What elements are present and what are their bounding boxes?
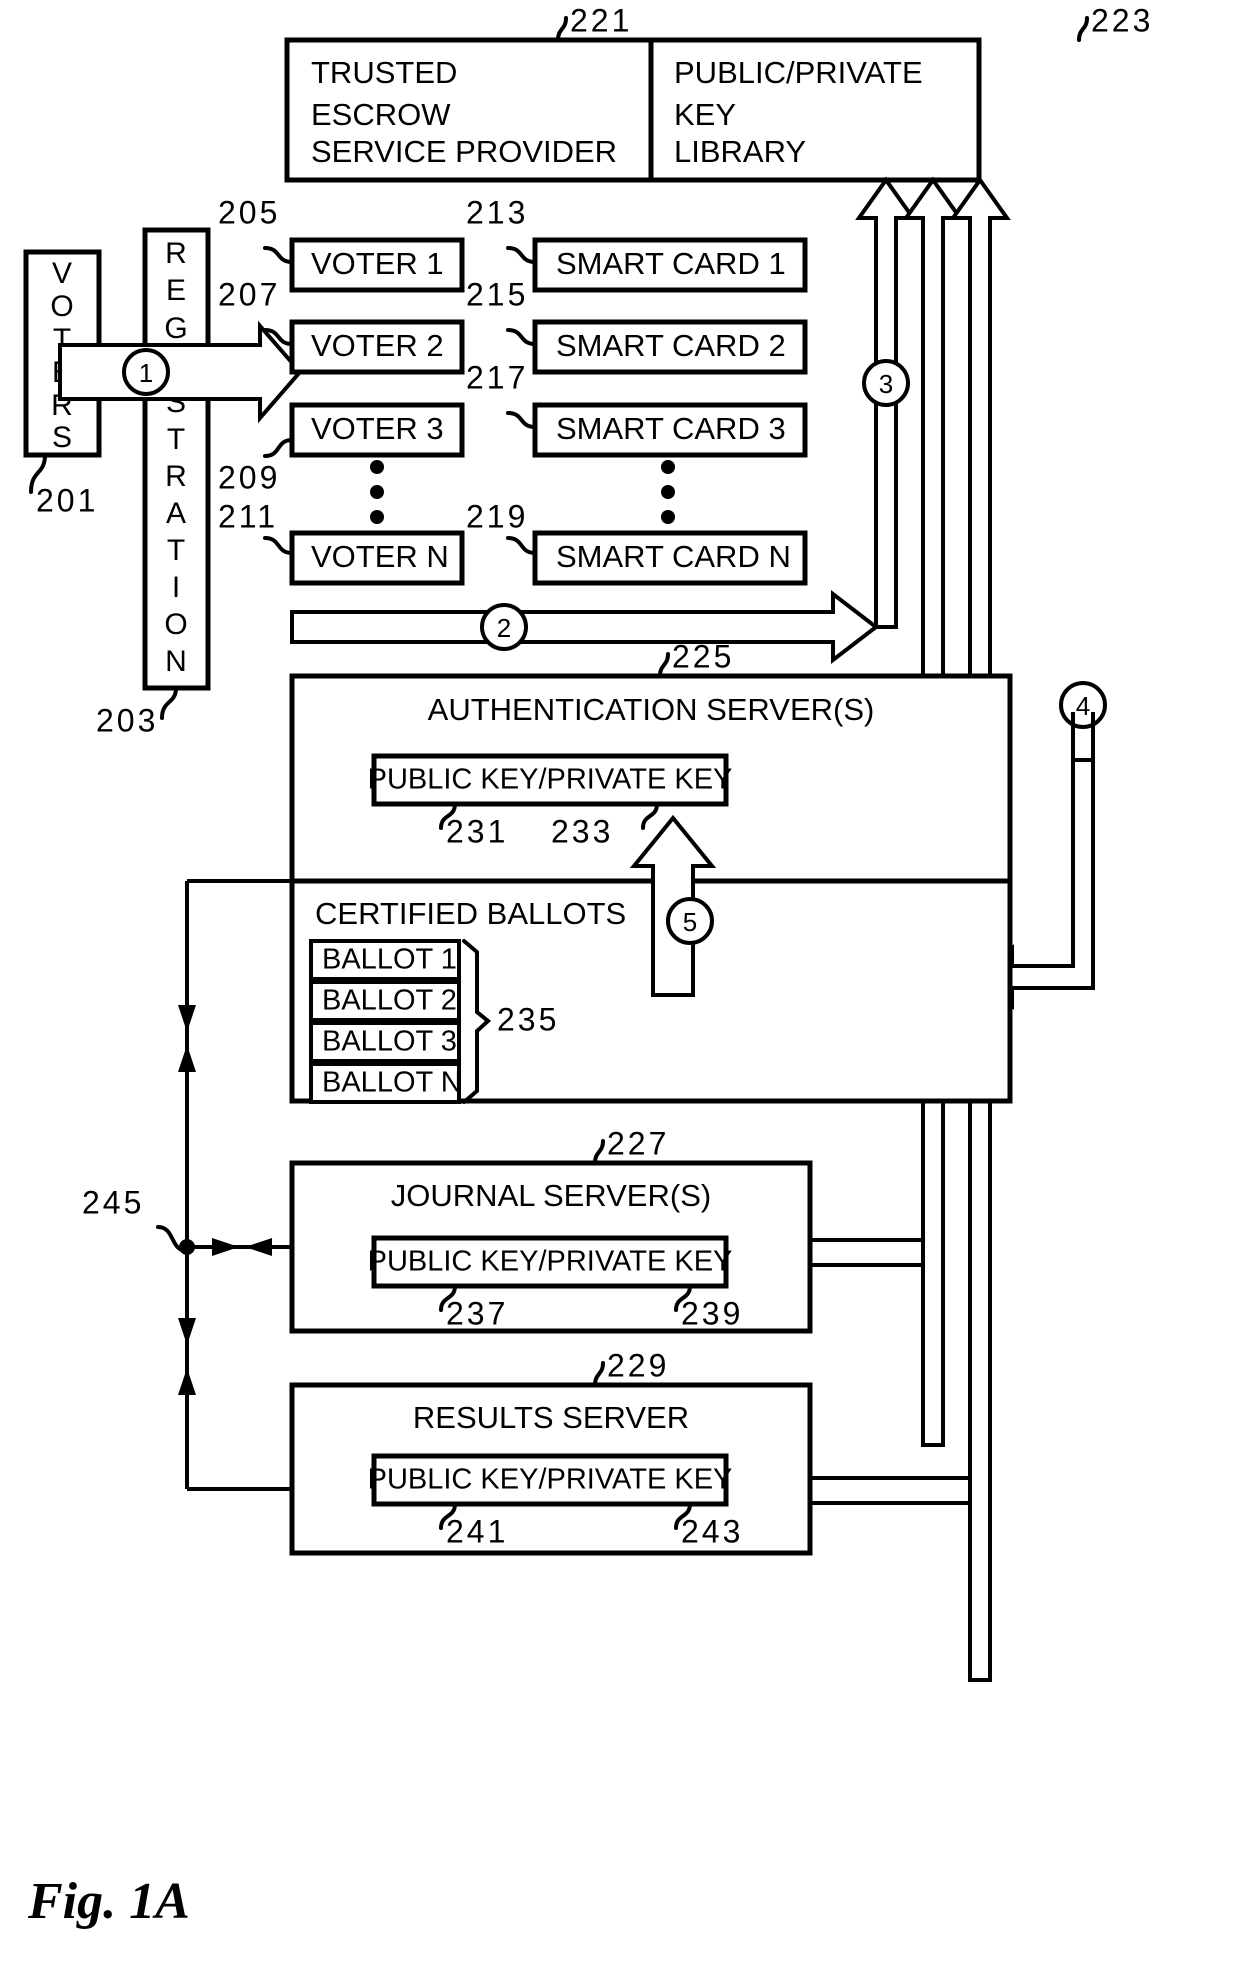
ref-221: 221 [570, 2, 632, 38]
journal-server-key-label: PUBLIC KEY/PRIVATE KEY [368, 1246, 733, 1278]
ref-203: 203 [96, 702, 158, 738]
step-2-arrow: 2 [290, 589, 880, 665]
key-library-line-3: LIBRARY [674, 134, 806, 169]
smart-card-1-label: SMART CARD 1 [556, 246, 786, 281]
patent-figure-1a: TRUSTED ESCROW SERVICE PROVIDER PUBLIC/P… [23, 2, 1153, 1930]
authentication-server-title: AUTHENTICATION SERVER(S) [428, 692, 875, 727]
voter-ellipsis-dot-3 [370, 510, 384, 524]
bus-arrow-down-2 [178, 1318, 196, 1345]
ballot-1-label: BALLOT 1 [322, 944, 457, 976]
key-library-line-2: KEY [674, 97, 736, 132]
registration-letter-t2: T [167, 534, 185, 567]
registration-letter-r2: R [165, 460, 187, 493]
ref-219: 219 [466, 498, 528, 534]
registration-letter-i2: I [172, 571, 180, 604]
registration-letter-e: E [166, 274, 186, 307]
voters-letter-o: O [50, 290, 73, 323]
key-library-line-1: PUBLIC/PRIVATE [674, 55, 923, 90]
registration-letter-g: G [164, 312, 187, 345]
ref-233: 233 [551, 813, 613, 849]
ref-227: 227 [607, 1125, 669, 1161]
smart-card-n-label: SMART CARD N [556, 539, 791, 574]
bus-arrow-up-2 [178, 1368, 196, 1395]
smart-card-ellipsis-dot-2 [661, 485, 675, 499]
step-2-label: 2 [497, 613, 511, 643]
results-server-title: RESULTS SERVER [413, 1400, 689, 1435]
ref-215: 215 [466, 276, 528, 312]
voter-3-label: VOTER 3 [311, 411, 444, 446]
results-server: 229 RESULTS SERVER PUBLIC KEY/PRIVATE KE… [289, 1347, 813, 1556]
ref-205: 205 [218, 194, 280, 230]
registration-letter-n: N [165, 645, 187, 678]
registration-letter-r1: R [165, 237, 187, 270]
ref-239: 239 [681, 1295, 743, 1331]
ref-235: 235 [497, 1001, 559, 1037]
smart-card-list: SMART CARD 1 213 SMART CARD 2 215 SMART … [466, 194, 808, 586]
ref-243: 243 [681, 1513, 743, 1549]
registration-block: R E G I S T R A T I O N 203 [96, 227, 211, 738]
smart-card-2-label: SMART CARD 2 [556, 328, 786, 363]
voters-letter-v: V [52, 257, 72, 290]
interconnect-bus: 245 [82, 879, 292, 1491]
step-5-label: 5 [683, 907, 697, 937]
voters-letter-s: S [52, 421, 72, 454]
voter-2-label: VOTER 2 [311, 328, 444, 363]
trusted-escrow-line-3: SERVICE PROVIDER [311, 134, 617, 169]
registration-letter-o: O [164, 608, 187, 641]
bus-arrow-down-1 [178, 1005, 196, 1032]
ref-231: 231 [446, 813, 508, 849]
ref-245: 245 [82, 1184, 144, 1220]
trusted-escrow-line-1: TRUSTED [311, 55, 457, 90]
journal-server-title: JOURNAL SERVER(S) [391, 1178, 711, 1213]
journal-server: 227 JOURNAL SERVER(S) PUBLIC KEY/PRIVATE… [289, 1125, 813, 1334]
smart-card-3-label: SMART CARD 3 [556, 411, 786, 446]
voter-ellipsis-dot-2 [370, 485, 384, 499]
smart-card-ellipsis-dot-1 [661, 460, 675, 474]
ballot-3-label: BALLOT 3 [322, 1026, 457, 1058]
voter-ellipsis-dot-1 [370, 460, 384, 474]
ref-241: 241 [446, 1513, 508, 1549]
ref-213: 213 [466, 194, 528, 230]
trusted-escrow-panel: TRUSTED ESCROW SERVICE PROVIDER PUBLIC/P… [284, 2, 1153, 183]
figure-caption: Fig. 1A [27, 1873, 190, 1930]
ref-209: 209 [218, 459, 280, 495]
voter-1-label: VOTER 1 [311, 246, 444, 281]
voter-n-label: VOTER N [311, 539, 449, 574]
ref-211: 211 [218, 498, 278, 534]
bus-arrow-up-1 [178, 1045, 196, 1072]
authentication-server: 225 AUTHENTICATION SERVER(S) PUBLIC KEY/… [289, 638, 1013, 1104]
bus-arrow-right [212, 1238, 239, 1256]
ref-201: 201 [36, 482, 98, 518]
registration-letter-a: A [166, 497, 186, 530]
ref-207: 207 [218, 276, 280, 312]
trusted-escrow-line-2: ESCROW [311, 97, 451, 132]
smart-card-ellipsis-dot-3 [661, 510, 675, 524]
ref-225: 225 [672, 638, 734, 674]
results-server-key-label: PUBLIC KEY/PRIVATE KEY [368, 1464, 733, 1496]
ref-223: 223 [1091, 2, 1153, 38]
step-1-label: 1 [139, 358, 153, 388]
server-to-library-feeders [810, 1238, 970, 1505]
auth-server-key-label: PUBLIC KEY/PRIVATE KEY [368, 764, 733, 796]
bus-arrow-left [245, 1238, 272, 1256]
ref-237: 237 [446, 1295, 508, 1331]
ref-229: 229 [607, 1347, 669, 1383]
ballot-n-label: BALLOT N [322, 1067, 462, 1099]
certified-ballots-title: CERTIFIED BALLOTS [315, 896, 626, 931]
step-3-label: 3 [879, 369, 893, 399]
ballot-2-label: BALLOT 2 [322, 985, 457, 1017]
step-4-label: 4 [1076, 691, 1090, 721]
registration-letter-t1: T [167, 423, 185, 456]
ref-217: 217 [466, 359, 528, 395]
